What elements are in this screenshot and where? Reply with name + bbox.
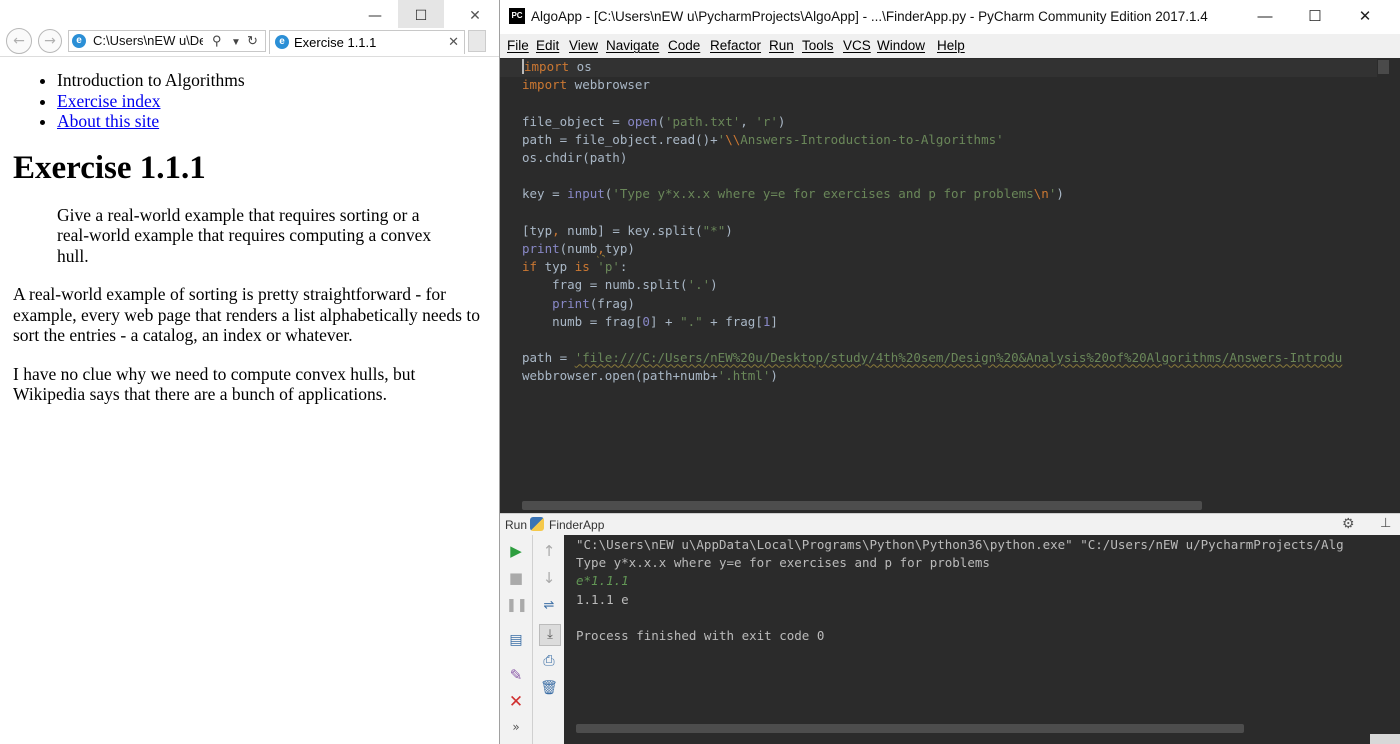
menu-run[interactable]: Run xyxy=(769,38,794,53)
menu-file[interactable]: File xyxy=(507,38,529,53)
ide-titlebar: PC AlgoApp - [C:\Users\nEW u\PycharmProj… xyxy=(500,0,1400,34)
print-icon[interactable]: ⎙ xyxy=(539,651,559,671)
refresh-icon[interactable]: ↻ xyxy=(247,31,258,51)
menu-view[interactable]: View xyxy=(569,38,598,53)
soft-wrap-icon[interactable]: ⇌ xyxy=(539,596,559,616)
editor-scroll-thumb[interactable] xyxy=(1378,60,1389,74)
console-user-input: e*1.1.1 xyxy=(576,573,629,589)
python-icon xyxy=(530,517,544,531)
console-command: "C:\Users\nEW u\AppData\Local\Programs\P… xyxy=(576,537,1344,552)
run-config-name[interactable]: FinderApp xyxy=(549,518,604,532)
console-output: "C:\Users\nEW u\AppData\Local\Programs\P… xyxy=(576,536,1344,645)
pycharm-logo-icon: PC xyxy=(509,8,525,24)
menu-refactor[interactable]: Refactor xyxy=(710,38,761,53)
page-heading: Exercise 1.1.1 xyxy=(13,149,206,186)
search-icon[interactable]: ⚲ xyxy=(212,31,222,51)
answer-paragraph-1: A real-world example of sorting is prett… xyxy=(13,284,480,345)
tab-title: Exercise 1.1.1 xyxy=(294,35,377,50)
menu-code[interactable]: Code xyxy=(668,38,700,53)
run-toolbar-right: ↑ ↓ ⇌ ⤓ ⎙ 🗑 xyxy=(533,535,564,744)
run-console[interactable]: "C:\Users\nEW u\AppData\Local\Programs\P… xyxy=(564,535,1400,744)
console-result: 1.1.1 e xyxy=(576,591,629,607)
exercise-question: Give a real-world example that requires … xyxy=(57,204,432,266)
close-run-icon[interactable]: ✕ xyxy=(506,692,526,712)
address-text: C:\Users\nEW u\Des xyxy=(93,33,203,48)
pycharm-window: PC AlgoApp - [C:\Users\nEW u\PycharmProj… xyxy=(500,0,1400,744)
page-content: Introduction to Algorithms Exercise inde… xyxy=(13,60,488,405)
new-tab-button[interactable] xyxy=(468,30,486,52)
dropdown-arrow-icon[interactable]: ▼ xyxy=(231,33,241,51)
nav-item-introduction: Introduction to Algorithms xyxy=(57,70,488,91)
console-prompt: Type y*x.x.x where y=e for exercises and… xyxy=(576,555,990,571)
site-nav-list: Introduction to Algorithms Exercise inde… xyxy=(13,70,488,132)
editor-vertical-scrollbar[interactable] xyxy=(1377,58,1390,513)
menu-navigate[interactable]: Navigate xyxy=(606,38,659,53)
ie-page-icon: e xyxy=(72,34,86,48)
trash-icon[interactable]: 🗑 xyxy=(539,678,559,698)
forward-arrow-icon[interactable]: → xyxy=(38,29,62,53)
browser-navbar: ← → e C:\Users\nEW u\Des ⚲ ▼ ↻ e Exercis… xyxy=(0,28,499,57)
rerun-play-icon[interactable]: ▶ xyxy=(506,541,526,561)
run-tab-label[interactable]: Run xyxy=(505,518,527,532)
menu-tools[interactable]: Tools xyxy=(802,38,834,53)
stop-icon[interactable]: ■ xyxy=(506,568,526,588)
up-arrow-icon[interactable]: ↑ xyxy=(539,541,559,561)
browser-titlebar: — ☐ ✕ xyxy=(0,0,499,32)
hide-panel-icon[interactable]: ⊥ xyxy=(1380,515,1391,531)
ide-menubar: File Edit View Navigate Code Refactor Ru… xyxy=(500,34,1400,58)
editor-horizontal-scrollbar[interactable] xyxy=(522,501,1202,510)
address-bar[interactable]: e C:\Users\nEW u\Des ⚲ ▼ ↻ xyxy=(68,30,266,52)
code-editor[interactable]: import os import webbrowser file_object … xyxy=(500,58,1390,513)
ide-window-title: AlgoApp - [C:\Users\nEW u\PycharmProject… xyxy=(531,9,1208,24)
run-panel-header: Run FinderApp ⚙ ⊥ xyxy=(500,513,1400,536)
browser-tab[interactable]: e Exercise 1.1.1 ✕ xyxy=(269,30,465,54)
pause-icon[interactable]: ❚❚ xyxy=(506,596,528,616)
restore-layout-icon[interactable]: ▤ xyxy=(506,630,526,650)
about-site-link[interactable]: About this site xyxy=(57,111,159,131)
close-tab-icon[interactable]: ✕ xyxy=(448,31,459,53)
exercise-index-link[interactable]: Exercise index xyxy=(57,91,161,111)
menu-window[interactable]: Window xyxy=(877,38,925,53)
menu-vcs[interactable]: VCS xyxy=(843,38,871,53)
answer-paragraph-2: I have no clue why we need to compute co… xyxy=(13,363,416,405)
down-arrow-icon[interactable]: ↓ xyxy=(539,568,559,588)
ide-minimize-button[interactable]: — xyxy=(1240,0,1290,34)
ide-maximize-button[interactable]: ☐ xyxy=(1290,0,1340,34)
menu-help[interactable]: Help xyxy=(937,38,965,53)
run-toolbar-left: ▶ ■ ❚❚ ▤ ✎ ✕ » xyxy=(500,535,533,744)
gear-icon[interactable]: ⚙ xyxy=(1342,515,1355,532)
browser-window: — ☐ ✕ ← → e C:\Users\nEW u\Des ⚲ ▼ ↻ e E… xyxy=(0,0,500,744)
window-corner xyxy=(1370,734,1400,744)
console-horizontal-scrollbar[interactable] xyxy=(576,724,1244,733)
pin-tab-icon[interactable]: ✎ xyxy=(506,665,526,685)
ide-close-button[interactable]: ✕ xyxy=(1340,0,1390,34)
source-code[interactable]: import os import webbrowser file_object … xyxy=(522,58,1342,386)
more-tools-icon[interactable]: » xyxy=(506,717,526,737)
ie-tab-icon: e xyxy=(275,35,289,49)
console-exit-message: Process finished with exit code 0 xyxy=(576,628,825,644)
menu-edit[interactable]: Edit xyxy=(536,38,559,53)
scroll-to-end-icon[interactable]: ⤓ xyxy=(539,624,561,646)
back-arrow-icon[interactable]: ← xyxy=(6,28,32,54)
